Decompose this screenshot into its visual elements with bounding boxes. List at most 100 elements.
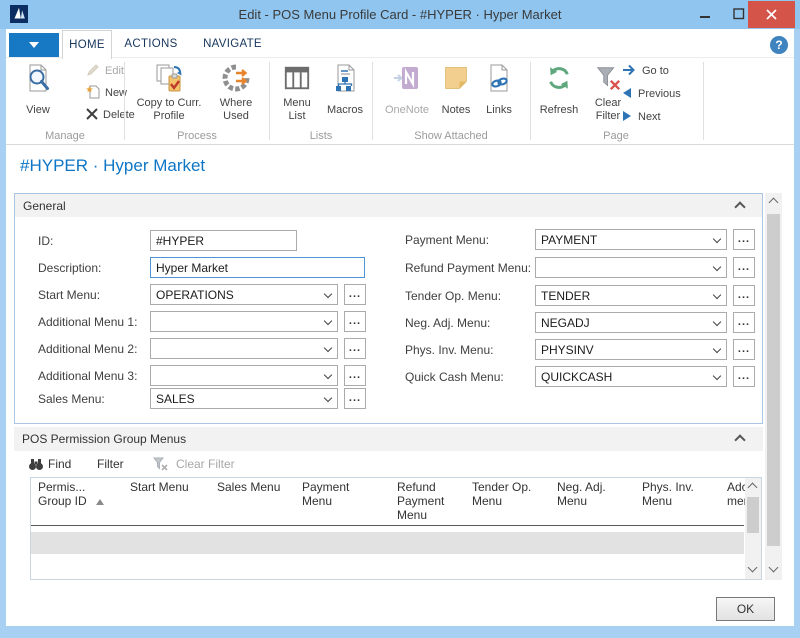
column-header-start-menu[interactable]: Start Menu: [130, 480, 210, 494]
column-header-permission-group-id[interactable]: Permis... Group ID: [38, 480, 98, 508]
onenote-button[interactable]: OneNote: [380, 60, 434, 132]
copy-profile-icon: [130, 61, 208, 95]
start-menu-assist-button[interactable]: ...: [344, 284, 366, 305]
grid-scrollbar[interactable]: [745, 478, 761, 579]
ok-button[interactable]: OK: [716, 597, 775, 621]
table-row[interactable]: [31, 532, 744, 554]
find-button[interactable]: Find: [48, 457, 71, 471]
column-header-payment-menu[interactable]: Payment Menu: [302, 480, 372, 508]
refresh-icon: [534, 61, 584, 95]
tender-op-menu-assist-button[interactable]: ...: [733, 285, 755, 306]
group-label-manage: Manage: [10, 130, 120, 143]
chevron-down-icon: [713, 372, 721, 380]
field-label-additional-menu-3: Additional Menu 3:: [38, 369, 137, 383]
tab-home[interactable]: HOME: [62, 30, 112, 59]
view-button[interactable]: View: [10, 60, 66, 132]
phys-inv-menu-combo[interactable]: PHYSINV: [535, 339, 727, 360]
field-label-start-menu: Start Menu:: [38, 288, 100, 302]
field-label-additional-menu-2: Additional Menu 2:: [38, 342, 137, 356]
column-header-tender-op-menu[interactable]: Tender Op. Menu: [472, 480, 547, 508]
id-field[interactable]: [150, 230, 297, 251]
quick-cash-menu-combo[interactable]: QUICKCASH: [535, 366, 727, 387]
links-button[interactable]: Links: [478, 60, 520, 132]
view-icon: [10, 61, 66, 95]
column-header-sales-menu[interactable]: Sales Menu: [217, 480, 297, 494]
sort-ascending-icon: [96, 499, 104, 505]
scroll-down-icon[interactable]: [748, 563, 758, 573]
phys-inv-menu-assist-button[interactable]: ...: [733, 339, 755, 360]
description-field[interactable]: [150, 257, 365, 278]
go-to-button[interactable]: Go to: [622, 62, 669, 80]
additional-menu-2-combo[interactable]: [150, 338, 338, 359]
titlebar[interactable]: Edit - POS Menu Profile Card - #HYPER · …: [0, 0, 800, 29]
chevron-down-icon: [324, 371, 332, 379]
copy-to-curr-profile-button[interactable]: Copy to Curr. Profile: [130, 60, 208, 132]
page-scrollbar-thumb[interactable]: [767, 214, 780, 546]
field-label-sales-menu: Sales Menu:: [38, 392, 105, 406]
column-header-phys-inv-menu[interactable]: Phys. Inv. Menu: [642, 480, 712, 508]
where-used-button[interactable]: Where Used: [208, 60, 264, 132]
grid-scrollbar-thumb[interactable]: [747, 497, 759, 533]
tab-actions[interactable]: ACTIONS: [112, 30, 190, 58]
additional-menu-1-assist-button[interactable]: ...: [344, 311, 366, 332]
quick-cash-menu-assist-button[interactable]: ...: [733, 366, 755, 387]
application-menu-button[interactable]: [9, 33, 59, 57]
payment-menu-combo[interactable]: PAYMENT: [535, 229, 727, 250]
general-panel: [14, 193, 763, 424]
sales-menu-assist-button[interactable]: ...: [344, 388, 366, 409]
permissions-header[interactable]: POS Permission Group Menus: [14, 427, 763, 451]
previous-button[interactable]: Previous: [622, 85, 681, 103]
group-label-page: Page: [532, 130, 700, 143]
field-label-quick-cash-menu: Quick Cash Menu:: [405, 370, 504, 384]
additional-menu-1-combo[interactable]: [150, 311, 338, 332]
payment-menu-assist-button[interactable]: ...: [733, 229, 755, 250]
field-label-id: ID:: [38, 234, 53, 248]
clear-filter-small-icon: [152, 456, 168, 477]
clear-filter-grid-button[interactable]: Clear Filter: [176, 457, 235, 471]
link-icon: [478, 61, 520, 95]
sticky-note-icon: [436, 61, 476, 95]
arrow-left-triangle-icon: [622, 87, 632, 102]
refund-payment-menu-assist-button[interactable]: ...: [733, 257, 755, 278]
refresh-button[interactable]: Refresh: [534, 60, 584, 132]
find-icon: [28, 456, 44, 477]
column-header-additional-menu[interactable]: Adc mer: [727, 480, 747, 508]
chevron-down-icon: [324, 394, 332, 402]
menu-list-button[interactable]: Menu List: [274, 60, 320, 132]
macros-button[interactable]: Macros: [320, 60, 370, 132]
neg-adj-menu-assist-button[interactable]: ...: [733, 312, 755, 333]
tender-op-menu-combo[interactable]: TENDER: [535, 285, 727, 306]
scroll-down-icon[interactable]: [769, 563, 779, 573]
scroll-up-icon[interactable]: [748, 483, 758, 493]
next-button[interactable]: Next: [622, 108, 661, 126]
scroll-up-icon[interactable]: [769, 198, 779, 208]
column-header-refund-payment-menu[interactable]: Refund Payment Menu: [397, 480, 457, 522]
chevron-down-icon: [713, 263, 721, 271]
filter-button[interactable]: Filter: [97, 457, 124, 471]
neg-adj-menu-combo[interactable]: NEGADJ: [535, 312, 727, 333]
additional-menu-2-assist-button[interactable]: ...: [344, 338, 366, 359]
arrow-right-icon: [622, 64, 636, 79]
field-label-phys-inv-menu: Phys. Inv. Menu:: [405, 343, 493, 357]
page-scrollbar[interactable]: [765, 193, 782, 580]
where-used-icon: [208, 61, 264, 95]
window-border-bottom: [0, 626, 800, 638]
start-menu-combo[interactable]: OPERATIONS: [150, 284, 338, 305]
chevron-down-icon: [713, 291, 721, 299]
tab-navigate[interactable]: NAVIGATE: [190, 30, 275, 58]
refund-payment-menu-combo[interactable]: [535, 257, 727, 278]
general-header[interactable]: General: [15, 194, 762, 217]
notes-button[interactable]: Notes: [436, 60, 476, 132]
field-label-additional-menu-1: Additional Menu 1:: [38, 315, 137, 329]
column-header-neg-adj-menu[interactable]: Neg. Adj. Menu: [557, 480, 627, 508]
sales-menu-combo[interactable]: SALES: [150, 388, 338, 409]
minimize-button[interactable]: [690, 0, 720, 28]
field-label-neg-adj-menu: Neg. Adj. Menu:: [405, 316, 490, 330]
group-label-show-attached: Show Attached: [375, 130, 527, 143]
arrow-right-triangle-icon: [622, 110, 632, 125]
help-icon[interactable]: ?: [770, 36, 788, 54]
additional-menu-3-assist-button[interactable]: ...: [344, 365, 366, 386]
close-button[interactable]: [748, 1, 795, 28]
field-label-description: Description:: [38, 261, 101, 275]
additional-menu-3-combo[interactable]: [150, 365, 338, 386]
